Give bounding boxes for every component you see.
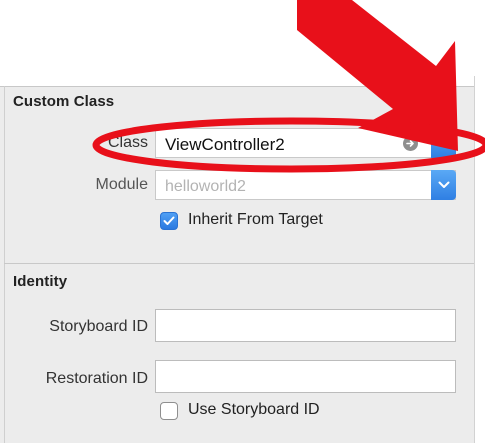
- module-combo-box[interactable]: helloworld2: [155, 170, 456, 200]
- restoration-id-field[interactable]: [155, 360, 456, 393]
- section-divider: [4, 263, 474, 264]
- module-dropdown-button[interactable]: [431, 170, 456, 200]
- use-storyboard-id-label[interactable]: Use Storyboard ID: [188, 401, 320, 419]
- class-label: Class: [107, 134, 148, 151]
- checkmark-icon: [163, 216, 175, 225]
- class-value[interactable]: ViewController2: [165, 135, 285, 155]
- chevron-down-icon: [438, 181, 449, 188]
- inherit-from-target-label[interactable]: Inherit From Target: [188, 211, 323, 229]
- arrow-circle-icon[interactable]: [403, 136, 418, 151]
- storyboard-id-label: Storyboard ID: [49, 318, 148, 335]
- class-combo-box[interactable]: ViewController2: [155, 128, 456, 158]
- identity-title: Identity: [13, 273, 68, 290]
- inspector-screenshot: Custom Class Class ViewController2 Modul…: [0, 0, 485, 443]
- module-label: Module: [95, 176, 148, 193]
- custom-class-title: Custom Class: [13, 93, 115, 110]
- panel-right-edge: [474, 76, 475, 443]
- restoration-id-label: Restoration ID: [45, 370, 148, 387]
- use-storyboard-id-checkbox[interactable]: [160, 402, 178, 420]
- panel-left-edge: [4, 86, 5, 443]
- storyboard-id-field[interactable]: [155, 309, 456, 342]
- chevron-down-icon: [438, 139, 449, 146]
- class-dropdown-button[interactable]: [431, 128, 456, 158]
- module-placeholder[interactable]: helloworld2: [165, 178, 246, 196]
- inherit-from-target-checkbox[interactable]: [160, 212, 178, 230]
